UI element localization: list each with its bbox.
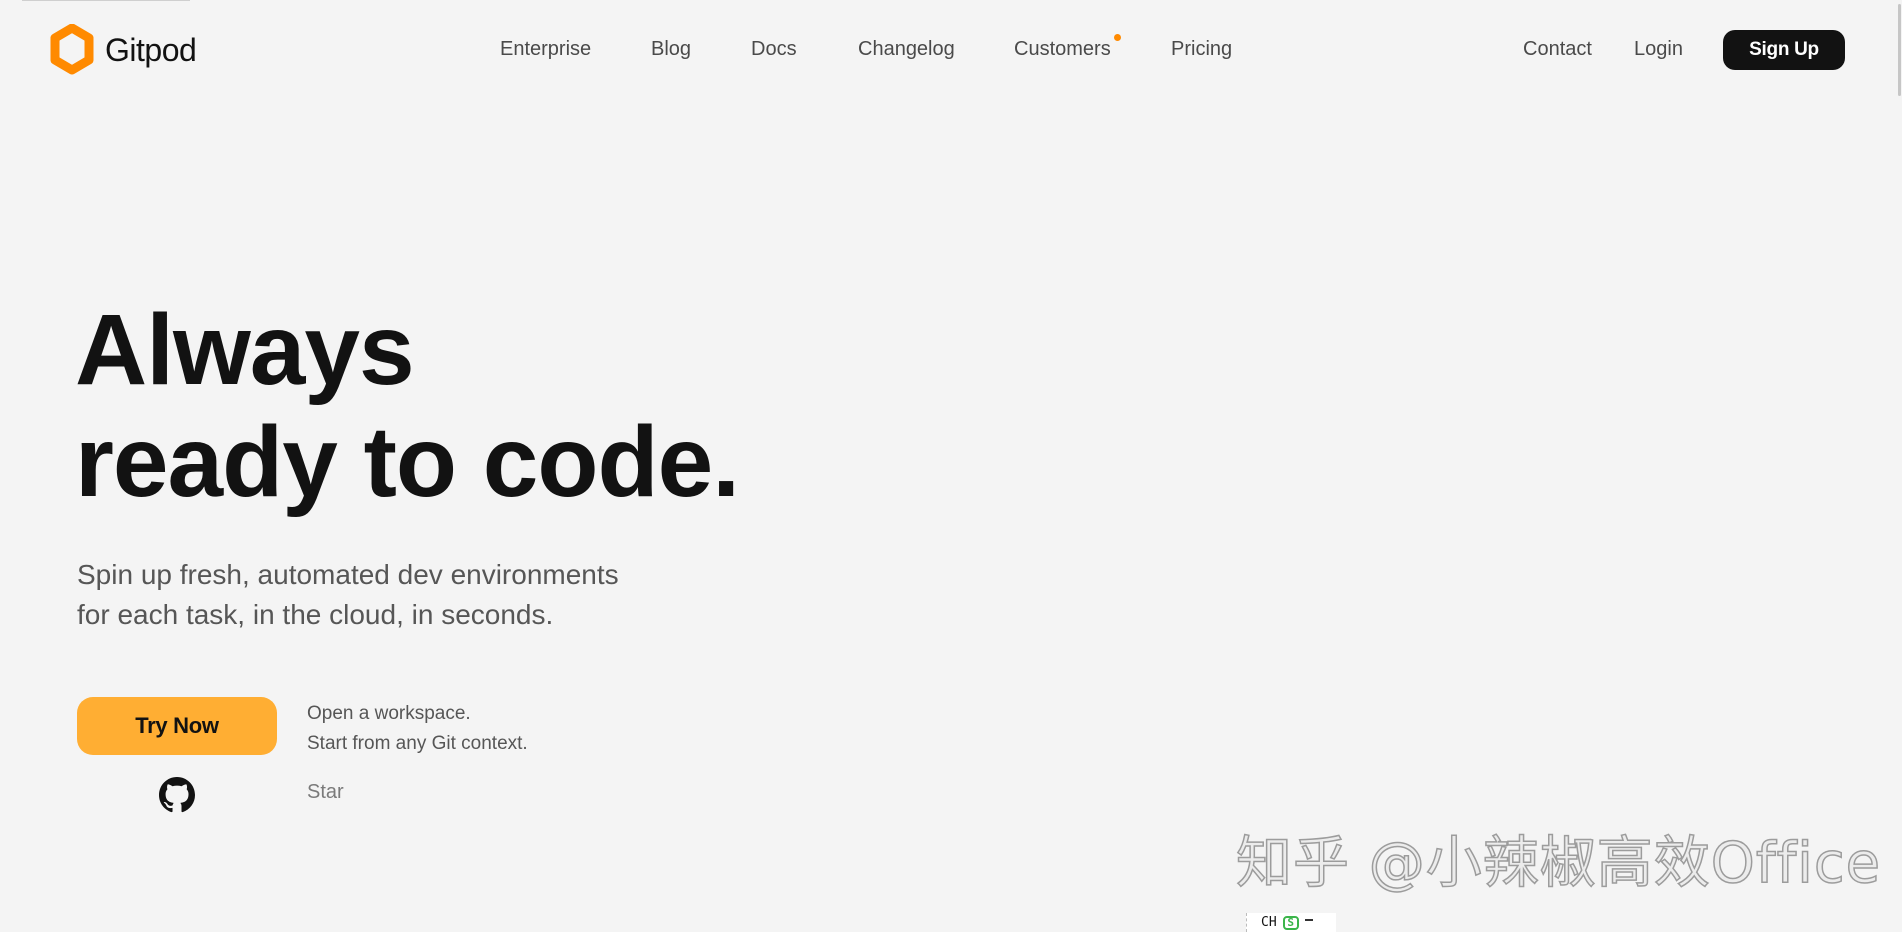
signup-button[interactable]: Sign Up — [1723, 30, 1845, 70]
ime-minimize-icon — [1304, 918, 1313, 921]
nav-contact[interactable]: Contact — [1523, 38, 1592, 61]
hero-title-line2: ready to code. — [75, 406, 740, 518]
ime-mode-label: CH — [1261, 915, 1277, 930]
logo-link[interactable]: Gitpod — [49, 24, 197, 76]
nav-customers[interactable]: Customers — [1014, 38, 1111, 61]
watermark-text: 知乎 @小辣椒高效Office — [1235, 830, 1882, 897]
cta-note-line2: Start from any Git context. — [307, 733, 528, 754]
gitpod-logo-icon — [50, 24, 94, 75]
nav-blog[interactable]: Blog — [651, 38, 691, 61]
nav-changelog[interactable]: Changelog — [858, 38, 955, 61]
try-now-button[interactable]: Try Now — [77, 697, 277, 755]
nav-enterprise[interactable]: Enterprise — [500, 38, 591, 61]
hero-subtitle-line2: for each task, in the cloud, in seconds. — [77, 599, 554, 630]
github-star-link[interactable]: Star — [307, 781, 344, 804]
nav-pricing[interactable]: Pricing — [1171, 38, 1232, 61]
page-scrollbar[interactable] — [1896, 0, 1902, 932]
customers-new-dot — [1114, 34, 1121, 41]
hero-subtitle-line1: Spin up fresh, automated dev environment… — [77, 559, 619, 590]
cta-note-line1: Open a workspace. — [307, 703, 471, 724]
site-header: Gitpod Enterprise Blog Docs Changelog Cu… — [0, 0, 1902, 100]
ime-logo-icon: S — [1282, 915, 1299, 930]
github-icon[interactable] — [159, 777, 195, 813]
nav-docs[interactable]: Docs — [751, 38, 797, 61]
brand-name: Gitpod — [105, 31, 197, 68]
hero-title: Always ready to code. — [75, 294, 740, 518]
hero-title-line1: Always — [75, 294, 415, 406]
nav-login[interactable]: Login — [1634, 38, 1683, 61]
hero-subtitle: Spin up fresh, automated dev environment… — [77, 555, 697, 635]
cta-note: Open a workspace. Start from any Git con… — [307, 699, 528, 759]
scrollbar-thumb[interactable] — [1898, 4, 1901, 96]
ime-toolbar[interactable]: CH S — [1246, 913, 1336, 932]
